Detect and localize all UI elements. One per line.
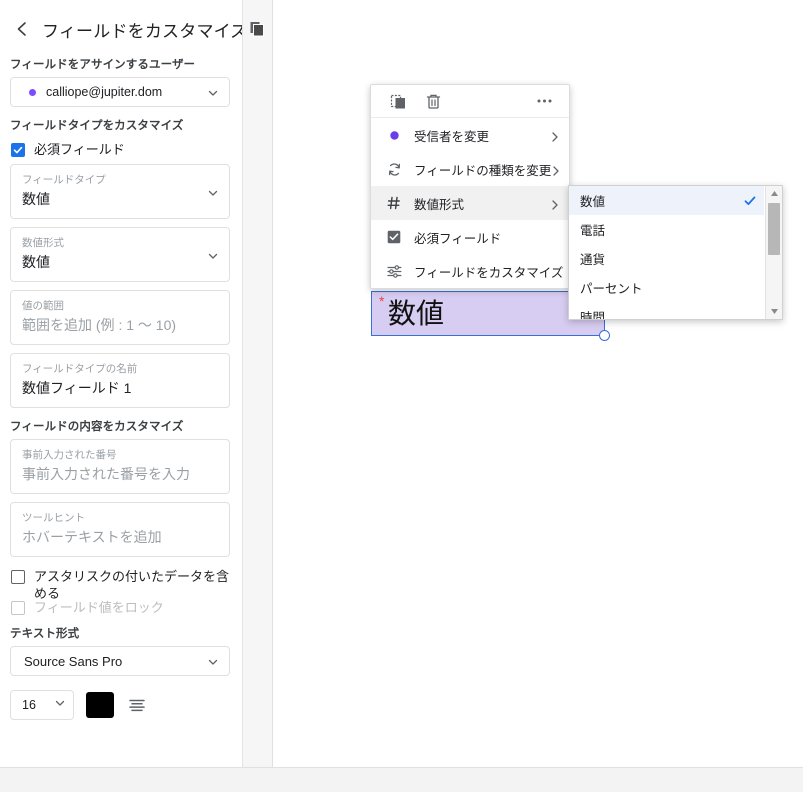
chevron-down-icon	[207, 655, 219, 667]
checkbox-checked-icon	[385, 230, 403, 244]
font-size-select[interactable]: 16	[10, 690, 74, 720]
number-format-option-list: 数値 電話 通貨 パーセント 時間	[569, 186, 764, 319]
hash-icon	[385, 196, 403, 210]
number-format-value: 数値	[22, 254, 50, 270]
app-root: フィールドをカスタマイズ フィールドをアサインするユーザー calliope@j…	[0, 0, 803, 792]
menu-item-label: フィールドの種類を変更	[414, 163, 552, 178]
panel-header: フィールドをカスタマイズ	[0, 0, 242, 46]
value-range-caption: 値の範囲	[22, 300, 64, 312]
number-format-submenu: 数値 電話 通貨 パーセント 時間	[568, 185, 783, 320]
submenu-item-phone[interactable]: 電話	[569, 215, 764, 244]
field-type-name-caption: フィールドタイプの名前	[22, 363, 138, 375]
number-field-text: 数値	[388, 298, 445, 329]
text-format-controls: 16	[0, 686, 242, 720]
submenu-item-percent[interactable]: パーセント	[569, 273, 764, 302]
number-format-caption: 数値形式	[22, 237, 64, 249]
submenu-item-label: 時間	[580, 311, 606, 320]
chevron-right-icon	[550, 130, 560, 142]
prefilled-number-placeholder: 事前入力された番号を入力	[22, 466, 190, 482]
menu-item-label: 受信者を変更	[414, 129, 490, 144]
chevron-left-icon[interactable]	[14, 21, 30, 37]
font-family-select[interactable]: Source Sans Pro	[10, 646, 230, 676]
tooltip-placeholder: ホバーテキストを追加	[22, 529, 162, 545]
pages-sidebar	[243, 0, 273, 767]
field-type-select[interactable]: フィールドタイプ 数値	[10, 164, 230, 219]
chevron-down-icon	[207, 86, 219, 98]
pages-icon[interactable]	[249, 20, 267, 38]
submenu-item-label: パーセント	[580, 282, 643, 296]
submenu-item-label: 数値	[580, 195, 606, 209]
menu-item-change-recipient[interactable]: 受信者を変更	[371, 118, 569, 152]
chevron-right-icon	[551, 164, 561, 176]
required-field-label: 必須フィールド	[34, 142, 125, 157]
more-horizontal-icon[interactable]	[533, 90, 555, 112]
required-field-checkbox-row[interactable]: 必須フィールド	[0, 138, 242, 161]
prefilled-number-caption: 事前入力された番号	[22, 449, 117, 461]
menu-item-number-format[interactable]: 数値形式	[371, 186, 569, 220]
menu-item-label: フィールドをカスタマイズ	[414, 265, 564, 280]
checkbox-unchecked-disabled-icon	[11, 601, 25, 615]
triangle-down-icon[interactable]	[766, 304, 782, 319]
menu-item-label: 必須フィールド	[414, 231, 502, 246]
text-color-swatch[interactable]	[86, 692, 114, 718]
text-format-section-label: テキスト形式	[10, 628, 80, 640]
status-bar	[0, 767, 803, 792]
page-title: フィールドをカスタマイズ	[42, 21, 243, 41]
resize-handle[interactable]	[599, 330, 610, 341]
checkbox-unchecked-icon[interactable]	[11, 570, 25, 584]
prefilled-number-input[interactable]: 事前入力された番号 事前入力された番号を入力	[10, 439, 230, 494]
menu-item-required-field[interactable]: 必須フィールド	[371, 220, 569, 254]
assignee-email-label: calliope@jupiter.dom	[46, 85, 163, 99]
chevron-right-icon	[550, 198, 560, 210]
scrollbar-thumb[interactable]	[768, 203, 780, 255]
person-dot-icon	[385, 130, 403, 141]
chevron-down-icon	[54, 696, 66, 714]
tune-icon	[385, 264, 403, 279]
customize-fieldtype-section-label: フィールドタイプをカスタマイズ	[10, 120, 184, 132]
triangle-up-icon[interactable]	[766, 186, 782, 201]
assignee-select[interactable]: calliope@jupiter.dom	[10, 77, 230, 107]
context-menu-toolbar	[371, 85, 569, 118]
menu-item-customize-field[interactable]: フィールドをカスタマイズ	[371, 254, 569, 288]
value-range-placeholder: 範囲を追加 (例 : 1 〜 10)	[22, 317, 177, 333]
chevron-down-icon	[207, 186, 219, 198]
menu-item-change-field-type[interactable]: フィールドの種類を変更	[371, 152, 569, 186]
field-type-name-input[interactable]: フィールドタイプの名前 数値フィールド 1	[10, 353, 230, 408]
font-family-value: Source Sans Pro	[24, 653, 123, 669]
field-type-value: 数値	[22, 191, 50, 207]
menu-item-label: 数値形式	[414, 197, 465, 212]
customize-content-section-label: フィールドの内容をカスタマイズ	[10, 421, 184, 433]
tooltip-caption: ツールヒント	[22, 512, 85, 524]
sync-icon	[385, 162, 403, 177]
user-dot-icon	[29, 88, 36, 96]
field-type-name-value: 数値フィールド 1	[22, 380, 132, 396]
chevron-down-icon	[207, 249, 219, 261]
submenu-scrollbar[interactable]	[765, 186, 782, 319]
field-context-menu: 受信者を変更 フィールドの種類を変更 数値形式 必須フィールド フィールドをカス…	[370, 84, 570, 289]
value-range-input[interactable]: 値の範囲 範囲を追加 (例 : 1 〜 10)	[10, 290, 230, 345]
submenu-item-time[interactable]: 時間	[569, 302, 764, 320]
font-size-value: 16	[22, 698, 36, 712]
submenu-item-number[interactable]: 数値	[569, 186, 764, 215]
submenu-item-label: 電話	[580, 224, 606, 238]
assign-user-section-label: フィールドをアサインするユーザー	[10, 59, 196, 71]
field-type-caption: フィールドタイプ	[22, 174, 106, 186]
tooltip-input[interactable]: ツールヒント ホバーテキストを追加	[10, 502, 230, 557]
customize-field-panel: フィールドをカスタマイズ フィールドをアサインするユーザー calliope@j…	[0, 0, 243, 767]
required-asterisk: *	[379, 293, 385, 309]
submenu-item-label: 通貨	[580, 253, 606, 267]
check-icon	[744, 195, 756, 207]
text-align-icon[interactable]	[126, 694, 148, 716]
include-asterisk-label: アスタリスクの付いたデータを含める	[34, 569, 230, 601]
trash-icon[interactable]	[422, 90, 444, 112]
number-format-select[interactable]: 数値形式 数値	[10, 227, 230, 282]
checkbox-checked-icon[interactable]	[11, 143, 25, 157]
submenu-item-currency[interactable]: 通貨	[569, 244, 764, 273]
duplicate-icon[interactable]	[387, 90, 409, 112]
lock-field-value-label: フィールド値をロック	[34, 600, 164, 615]
